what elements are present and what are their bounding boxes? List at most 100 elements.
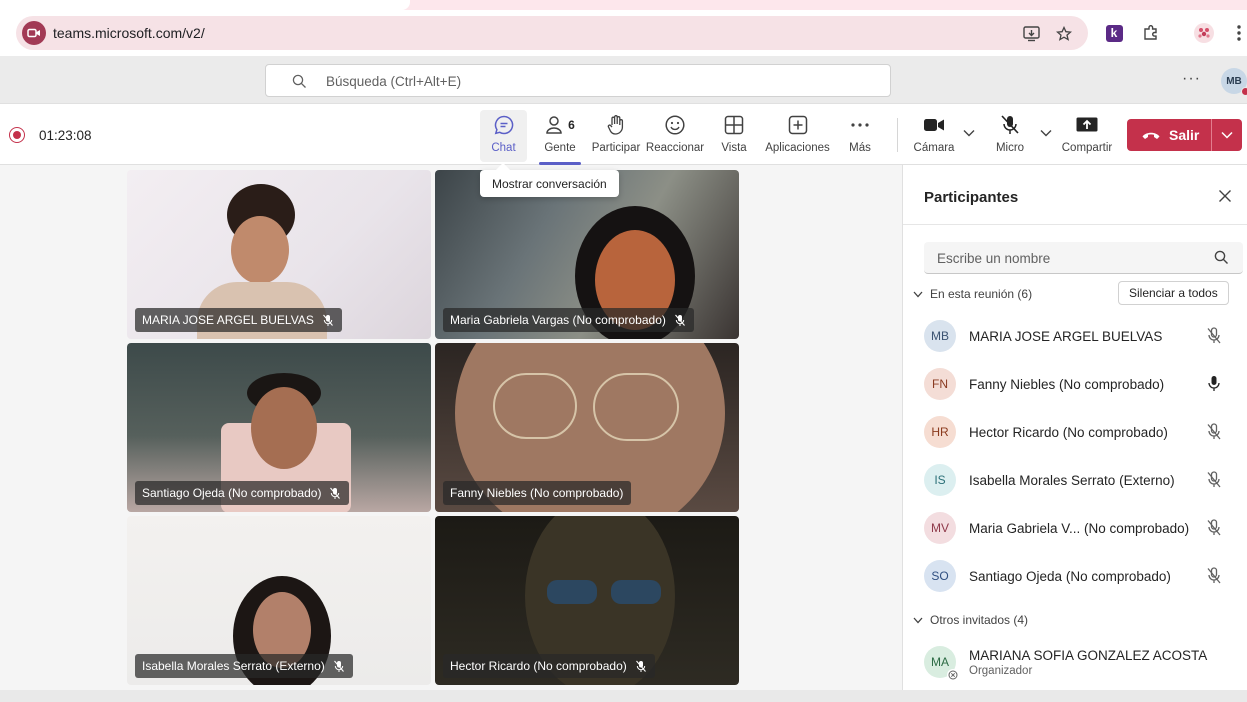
more-options-button[interactable]: ··· bbox=[1182, 70, 1201, 88]
mic-button[interactable]: Micro bbox=[994, 110, 1026, 162]
install-app-icon[interactable] bbox=[1022, 24, 1042, 44]
url-text[interactable]: teams.microsoft.com/v2/ bbox=[53, 25, 205, 41]
panel-title: Participantes bbox=[924, 189, 1019, 206]
apps-button[interactable]: Aplicaciones bbox=[765, 110, 830, 162]
avatar: SO bbox=[924, 560, 956, 592]
mic-off-icon bbox=[1206, 327, 1222, 350]
browser-menu-icon[interactable] bbox=[1229, 23, 1247, 43]
participant-face bbox=[231, 216, 289, 284]
panel-divider bbox=[903, 224, 1247, 225]
tile-name: Santiago Ojeda (No comprobado) bbox=[142, 486, 322, 500]
participant-row[interactable]: HR Hector Ricardo (No comprobado) bbox=[924, 412, 1244, 452]
avatar: IS bbox=[924, 464, 956, 496]
glasses-left-lens bbox=[493, 373, 577, 439]
video-tile[interactable]: Fanny Niebles (No comprobado) bbox=[435, 343, 739, 512]
mic-off-icon bbox=[635, 660, 646, 672]
tile-name: MARIA JOSE ARGEL BUELVAS bbox=[142, 313, 314, 327]
share-button[interactable]: Compartir bbox=[1061, 110, 1113, 162]
tile-name: Fanny Niebles (No comprobado) bbox=[450, 486, 624, 500]
mic-off-icon bbox=[1206, 519, 1222, 542]
chat-button[interactable]: Chat bbox=[480, 110, 527, 162]
participant-name: Fanny Niebles (No comprobado) bbox=[969, 376, 1165, 392]
participant-name: Isabella Morales Serrato (Externo) bbox=[969, 472, 1175, 488]
avatar: HR bbox=[924, 416, 956, 448]
camera-label: Cámara bbox=[913, 142, 955, 154]
bookmark-star-icon[interactable] bbox=[1054, 24, 1074, 44]
close-icon[interactable] bbox=[1218, 189, 1232, 208]
participant-search-placeholder: Escribe un nombre bbox=[937, 251, 1051, 266]
k-extension-icon[interactable]: k bbox=[1104, 23, 1124, 43]
bottom-strip bbox=[0, 690, 1247, 702]
avatar-initials: MA bbox=[931, 655, 949, 669]
participant-name: Maria Gabriela V... (No comprobado) bbox=[969, 520, 1190, 536]
video-tile[interactable]: MARIA JOSE ARGEL BUELVAS bbox=[127, 170, 431, 339]
mic-off-icon bbox=[1206, 567, 1222, 590]
address-bar[interactable]: teams.microsoft.com/v2/ bbox=[16, 16, 1088, 50]
view-label: Vista bbox=[721, 142, 747, 154]
mic-options-chevron-icon[interactable] bbox=[1040, 126, 1052, 140]
status-unknown-icon bbox=[947, 669, 959, 681]
share-screen-icon bbox=[1075, 110, 1099, 140]
mic-off-icon bbox=[674, 314, 685, 326]
profile-avatar-icon[interactable] bbox=[1193, 22, 1215, 44]
in-meeting-section-toggle[interactable]: En esta reunión (6) bbox=[913, 287, 1032, 301]
mic-label: Micro bbox=[995, 142, 1025, 154]
react-button[interactable]: Reaccionar bbox=[646, 110, 704, 162]
raise-hand-button[interactable]: Participar bbox=[592, 110, 640, 162]
search-icon bbox=[292, 74, 306, 88]
mic-off-icon bbox=[1206, 471, 1222, 494]
participant-row[interactable]: FN Fanny Niebles (No comprobado) bbox=[924, 364, 1244, 404]
recording-icon bbox=[9, 127, 25, 143]
leave-label: Salir bbox=[1169, 127, 1200, 143]
leave-options-chevron-icon[interactable] bbox=[1212, 131, 1242, 139]
participant-row[interactable]: SO Santiago Ojeda (No comprobado) bbox=[924, 556, 1244, 596]
chat-icon bbox=[493, 110, 515, 140]
name-tag: Isabella Morales Serrato (Externo) bbox=[135, 654, 353, 678]
more-horizontal-icon bbox=[849, 110, 871, 140]
mic-off-icon bbox=[1206, 423, 1222, 446]
video-tile[interactable]: Isabella Morales Serrato (Externo) bbox=[127, 516, 431, 685]
grid-view-icon bbox=[723, 110, 745, 140]
participant-row[interactable]: MV Maria Gabriela V... (No comprobado) bbox=[924, 508, 1244, 548]
camera-button[interactable]: Cámara bbox=[913, 110, 955, 162]
mic-off-icon bbox=[322, 314, 333, 326]
participant-row[interactable]: IS Isabella Morales Serrato (Externo) bbox=[924, 460, 1244, 500]
user-avatar[interactable]: MB bbox=[1221, 68, 1247, 96]
raise-hand-icon bbox=[605, 110, 627, 140]
participant-face bbox=[251, 387, 317, 469]
invited-name: MARIANA SOFIA GONZALEZ ACOSTA bbox=[969, 647, 1208, 663]
browser-tabstrip bbox=[0, 0, 1247, 10]
chevron-down-icon bbox=[913, 291, 923, 297]
people-label: Gente bbox=[544, 142, 576, 154]
name-tag: Santiago Ojeda (No comprobado) bbox=[135, 481, 350, 505]
invited-row[interactable]: MA MARIANA SOFIA GONZALEZ ACOSTA Organiz… bbox=[924, 642, 1244, 682]
video-stage: MARIA JOSE ARGEL BUELVAS Maria Gabriela … bbox=[0, 165, 902, 702]
search-input[interactable]: Búsqueda (Ctrl+Alt+E) bbox=[265, 64, 891, 97]
participants-panel: Participantes Escribe un nombre En esta … bbox=[902, 165, 1247, 690]
camera-options-chevron-icon[interactable] bbox=[963, 126, 975, 140]
participant-search-input[interactable]: Escribe un nombre bbox=[924, 242, 1243, 274]
video-tile[interactable]: Santiago Ojeda (No comprobado) bbox=[127, 343, 431, 512]
participant-row[interactable]: MB MARIA JOSE ARGEL BUELVAS bbox=[924, 316, 1244, 356]
others-section-toggle[interactable]: Otros invitados (4) bbox=[913, 613, 1028, 627]
extensions-puzzle-icon[interactable] bbox=[1141, 23, 1161, 43]
others-label: Otros invitados (4) bbox=[930, 613, 1029, 627]
leave-main[interactable]: Salir bbox=[1127, 119, 1211, 151]
leave-button[interactable]: Salir bbox=[1127, 119, 1242, 151]
avatar: MA bbox=[924, 646, 959, 681]
tile-name: Maria Gabriela Vargas (No comprobado) bbox=[450, 313, 666, 327]
mute-all-button[interactable]: Silenciar a todos bbox=[1118, 281, 1229, 305]
view-button[interactable]: Vista bbox=[716, 110, 752, 162]
camera-icon bbox=[922, 110, 946, 140]
apps-label: Aplicaciones bbox=[765, 142, 830, 154]
glasses-reflection-left bbox=[547, 580, 597, 604]
people-button[interactable]: 6 Gente bbox=[539, 110, 581, 165]
video-tile[interactable]: Hector Ricardo (No comprobado) bbox=[435, 516, 739, 685]
active-tab[interactable] bbox=[0, 0, 410, 10]
people-count: 6 bbox=[568, 118, 575, 132]
avatar: MV bbox=[924, 512, 956, 544]
more-actions-button[interactable]: Más bbox=[845, 110, 875, 162]
in-meeting-label: En esta reunión (6) bbox=[930, 287, 1033, 301]
tile-name: Hector Ricardo (No comprobado) bbox=[450, 659, 627, 673]
chevron-down-icon bbox=[913, 617, 923, 623]
